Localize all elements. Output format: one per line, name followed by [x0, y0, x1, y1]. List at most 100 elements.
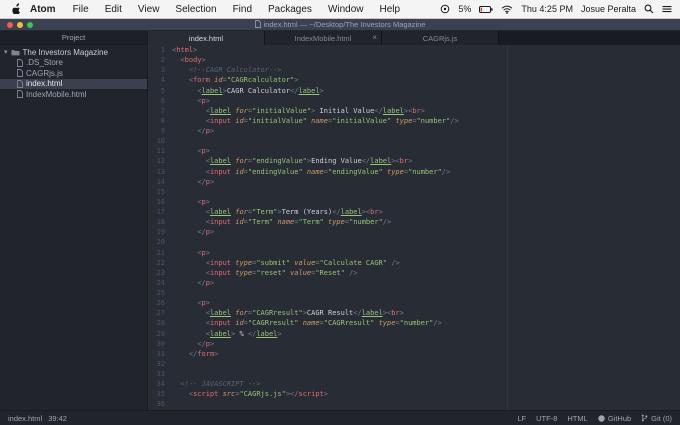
line-number: 26: [156, 299, 165, 308]
root-folder-name: The Investors Magazine: [22, 47, 108, 57]
code-line[interactable]: <input id="CAGRresult" name="CAGRresult"…: [172, 318, 680, 328]
line-number-gutter: 1 2 3 4 5 6 7 8 9 10 11 12 13 14 15 16 17 18 19 20 21 22 23 24 2…: [148, 45, 172, 410]
code-line[interactable]: <label for="CAGRresult">CAGR Result</lab…: [172, 308, 680, 318]
spotlight-icon[interactable]: [644, 4, 654, 14]
cursor-position[interactable]: 39:42: [48, 414, 67, 423]
github-status[interactable]: GitHub: [598, 414, 631, 423]
menu-item-packages[interactable]: Packages: [260, 4, 320, 15]
status-circle-icon[interactable]: [440, 4, 450, 14]
atom-window: index.html — ~/Desktop/The Investors Mag…: [0, 19, 680, 425]
tree-file[interactable]: IndexMobile.html: [0, 89, 147, 100]
menu-item-selection[interactable]: Selection: [167, 4, 224, 15]
chevron-down-icon[interactable]: ▾: [4, 48, 8, 56]
close-window-button[interactable]: [7, 21, 13, 28]
code-line[interactable]: </p>: [172, 126, 680, 136]
code-line[interactable]: <label> % </label>: [172, 329, 680, 339]
code-line[interactable]: <script src="CAGRjs.js"></script>: [172, 389, 680, 399]
line-number: 1: [160, 46, 165, 54]
code-line[interactable]: <body>: [172, 55, 680, 65]
code-line[interactable]: <label for="initialValue"> Initial Value…: [172, 106, 680, 116]
notification-center-icon[interactable]: [662, 5, 672, 13]
line-number: 22: [156, 258, 165, 267]
code-line[interactable]: [172, 288, 680, 298]
code-line[interactable]: <p>: [172, 146, 680, 156]
tree-root-folder[interactable]: ▾ The Investors Magazine: [0, 47, 147, 58]
code-line[interactable]: <!-- JAVASCRIPT -->: [172, 379, 680, 389]
tree-file[interactable]: index.html: [0, 78, 147, 89]
code-line[interactable]: [172, 359, 680, 369]
code-line[interactable]: <p>: [172, 96, 680, 106]
menubar-clock[interactable]: Thu 4:25 PM: [521, 4, 573, 14]
window-titlebar[interactable]: index.html — ~/Desktop/The Investors Mag…: [0, 19, 680, 31]
tree-file[interactable]: .DS_Store: [0, 58, 147, 69]
code-line[interactable]: [172, 187, 680, 197]
code-line[interactable]: <p>: [172, 197, 680, 207]
line-number: 5: [160, 86, 165, 95]
tab-CAGRjs.js[interactable]: CAGRjs.js: [382, 31, 499, 45]
code-line[interactable]: </p>: [172, 339, 680, 349]
code-line[interactable]: <input id="initialValue" name="initialVa…: [172, 116, 680, 126]
code-line[interactable]: <label for="endingValue">Ending Value</l…: [172, 156, 680, 166]
code-line[interactable]: <p>: [172, 298, 680, 308]
tab-label: IndexMobile.html: [294, 33, 352, 43]
menu-item-view[interactable]: View: [130, 4, 168, 15]
file-icon: [17, 58, 23, 67]
line-number: 3: [160, 66, 165, 75]
code-line[interactable]: [172, 399, 680, 409]
code-line[interactable]: <input type="submit" value="Calculate CA…: [172, 258, 680, 268]
code-line[interactable]: </p>: [172, 227, 680, 237]
line-number: 35: [156, 390, 165, 399]
code-line[interactable]: <!--CAGR Calculator-->: [172, 65, 680, 75]
code-line[interactable]: <p>: [172, 248, 680, 258]
minimize-window-button[interactable]: [17, 21, 23, 28]
code-line[interactable]: <label for="Term">Term (Years)</label><b…: [172, 207, 680, 217]
code-line[interactable]: [172, 237, 680, 247]
line-number: 34: [156, 380, 165, 389]
code-line[interactable]: <input id="endingValue" name="endingValu…: [172, 167, 680, 177]
git-status[interactable]: Git (0): [641, 414, 672, 423]
code-line[interactable]: <input id="Term" name="Term" type="numbe…: [172, 217, 680, 227]
code-line[interactable]: </p>: [172, 177, 680, 187]
menu-item-help[interactable]: Help: [372, 4, 409, 15]
statusbar-filename[interactable]: index.html: [8, 414, 42, 423]
line-number: 14: [156, 177, 165, 186]
tree-file[interactable]: CAGRjs.js: [0, 68, 147, 79]
git-branch-icon: [641, 414, 648, 422]
statusbar-item-html[interactable]: HTML: [567, 414, 587, 423]
code-line[interactable]: <input type="reset" value="Reset" />: [172, 268, 680, 278]
code-line[interactable]: [172, 369, 680, 379]
apple-menu[interactable]: [8, 2, 30, 17]
menu-item-edit[interactable]: Edit: [97, 4, 130, 15]
tab-close-icon[interactable]: ×: [372, 34, 377, 42]
wifi-icon[interactable]: [501, 5, 513, 14]
file-name: .DS_Store: [26, 58, 63, 68]
line-number: 19: [156, 228, 165, 237]
file-name: CAGRjs.js: [26, 68, 63, 78]
line-number: 31: [156, 349, 165, 358]
line-number: 9: [160, 127, 165, 135]
project-panel-header[interactable]: Project: [0, 31, 147, 45]
line-number: 30: [156, 339, 165, 348]
statusbar-item-lf[interactable]: LF: [517, 414, 526, 423]
tab-IndexMobile.html[interactable]: IndexMobile.html ×: [265, 31, 382, 45]
line-number: 36: [156, 400, 165, 409]
zoom-window-button[interactable]: [27, 21, 33, 28]
statusbar-item-utf-8[interactable]: UTF-8: [536, 414, 557, 423]
menu-item-window[interactable]: Window: [320, 4, 372, 15]
menu-item-find[interactable]: Find: [225, 4, 260, 15]
code-line[interactable]: <html>: [172, 45, 680, 55]
battery-icon[interactable]: [479, 5, 493, 13]
menu-item-file[interactable]: File: [65, 4, 97, 15]
window-title: index.html — ~/Desktop/The Investors Mag…: [0, 19, 680, 30]
menubar-user[interactable]: Josue Peralta: [581, 4, 636, 14]
code-line[interactable]: </form>: [172, 349, 680, 359]
code-line[interactable]: <label>CAGR Calculator</label>: [172, 86, 680, 96]
tab-label: CAGRjs.js: [422, 33, 458, 43]
code-line[interactable]: [172, 136, 680, 146]
tab-index.html[interactable]: index.html: [148, 31, 265, 45]
active-app-menu[interactable]: Atom: [30, 4, 65, 15]
code-line[interactable]: </p>: [172, 278, 680, 288]
code-line[interactable]: <form id="CAGRcalculator">: [172, 75, 680, 85]
text-editor[interactable]: 1 2 3 4 5 6 7 8 9 10 11 12 13 14 15 16 17 18 19 20 21 22 23 24 2…: [148, 45, 680, 410]
code-lines[interactable]: <html> <body> <!--CAGR Calculator--> <fo…: [172, 45, 680, 410]
